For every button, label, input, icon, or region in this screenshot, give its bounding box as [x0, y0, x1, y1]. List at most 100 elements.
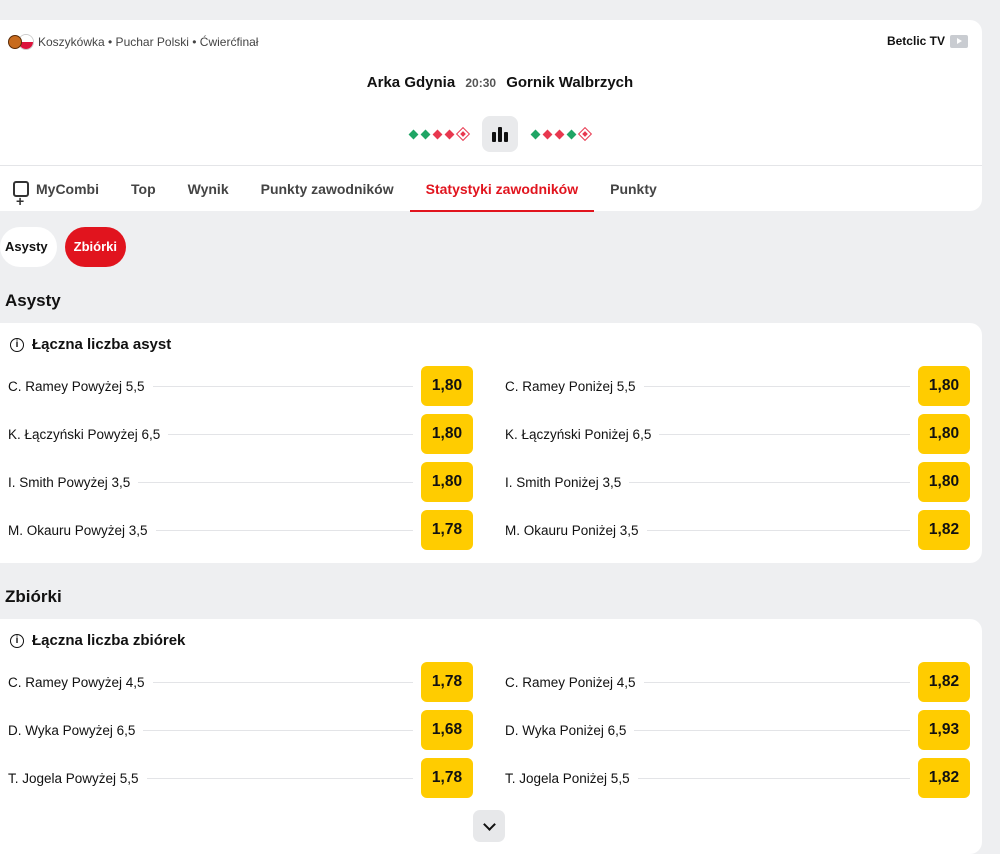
betclic-tv-label: Betclic TV	[886, 34, 945, 48]
selection-divider	[138, 481, 413, 483]
odds-button[interactable]: 1,82	[918, 758, 970, 798]
expand-more-button[interactable]	[473, 810, 505, 842]
odds-button[interactable]: 1,93	[918, 710, 970, 750]
selection-divider	[659, 433, 910, 435]
selection-divider	[634, 729, 910, 731]
selection-left[interactable]: K. Łączyński Powyżej 6,5 1,80	[8, 414, 473, 454]
selection-label: T. Jogela Powyżej 5,5	[8, 770, 139, 786]
selection-label: M. Okauru Powyżej 3,5	[8, 522, 148, 538]
selection-divider	[643, 385, 910, 387]
market-card-asysty: i Łączna liczba asyst C. Ramey Powyżej 5…	[0, 323, 982, 563]
filter-chips: Asysty Zbiórki	[0, 227, 126, 267]
selection-label: I. Smith Poniżej 3,5	[505, 474, 622, 490]
selection-label: T. Jogela Poniżej 5,5	[505, 770, 630, 786]
odds-button[interactable]: 1,80	[421, 462, 473, 502]
stats-bar-icon	[504, 132, 508, 142]
tab-label: Top	[131, 180, 156, 197]
selection-label: D. Wyka Powyżej 6,5	[8, 722, 136, 738]
selection-right[interactable]: C. Ramey Poniżej 5,5 1,80	[505, 366, 970, 406]
odds-button[interactable]: 1,78	[421, 662, 473, 702]
selection-label: I. Smith Powyżej 3,5	[8, 474, 131, 490]
tab-top[interactable]: Top	[115, 166, 172, 212]
selection-divider	[643, 681, 910, 683]
info-icon[interactable]: i	[10, 337, 24, 352]
basketball-icon	[8, 35, 22, 49]
selection-left[interactable]: T. Jogela Powyżej 5,5 1,78	[8, 758, 473, 798]
market-title[interactable]: i Łączna liczba zbiórek	[10, 632, 185, 649]
match-teams: Arka Gdynia 20:30 Gornik Walbrzych	[0, 74, 1000, 91]
market-title[interactable]: i Łączna liczba asyst	[10, 336, 171, 353]
selection-left[interactable]: C. Ramey Powyżej 5,5 1,80	[8, 366, 473, 406]
odds-button[interactable]: 1,82	[918, 510, 970, 550]
match-time: 20:30	[465, 76, 497, 90]
selection-label: D. Wyka Poniżej 6,5	[505, 722, 627, 738]
form-win-indicator	[530, 129, 541, 139]
away-form	[530, 126, 593, 142]
market-title-text: Łączna liczba zbiórek	[32, 632, 186, 649]
form-loss-indicator	[542, 129, 553, 139]
selection-left[interactable]: D. Wyka Powyżej 6,5 1,68	[8, 710, 473, 750]
selection-divider	[152, 681, 413, 683]
form-win-indicator	[420, 129, 431, 139]
form-win-indicator	[408, 129, 419, 139]
tab-punkty[interactable]: Punkty	[594, 166, 673, 212]
tab-label: MyCombi	[36, 180, 99, 197]
tab-wynik[interactable]: Wynik	[172, 166, 245, 212]
selection-label: C. Ramey Powyżej 4,5	[8, 674, 145, 690]
breadcrumb: Koszykówka • Puchar Polski • Ćwierćfinał	[8, 34, 258, 50]
odds-button[interactable]: 1,80	[918, 366, 970, 406]
tab-statystyki-zawodników[interactable]: Statystyki zawodników	[409, 166, 595, 212]
selection-divider	[143, 729, 413, 731]
selection-right[interactable]: T. Jogela Poniżej 5,5 1,82	[505, 758, 970, 798]
tab-label: Punkty zawodników	[260, 180, 394, 197]
home-team: Arka Gdynia	[366, 74, 456, 91]
selection-divider	[146, 777, 413, 779]
odds-button[interactable]: 1,80	[421, 414, 473, 454]
odds-button[interactable]: 1,80	[918, 462, 970, 502]
chip-zbiórki[interactable]: Zbiórki	[64, 227, 126, 267]
selection-label: C. Ramey Poniżej 4,5	[505, 674, 636, 690]
stats-bar-icon	[498, 127, 502, 142]
selection-right[interactable]: C. Ramey Poniżej 4,5 1,82	[505, 662, 970, 702]
match-header: Koszykówka • Puchar Polski • Ćwierćfinał…	[0, 20, 982, 224]
odds-button[interactable]: 1,82	[918, 662, 970, 702]
selection-right[interactable]: I. Smith Poniżej 3,5 1,80	[505, 462, 970, 502]
form-loss-indicator	[432, 129, 443, 139]
form-loss-indicator	[577, 126, 593, 142]
selection-label: K. Łączyński Poniżej 6,5	[505, 426, 652, 442]
betclic-tv-link[interactable]: Betclic TV	[887, 34, 968, 48]
tab-label: Wynik	[187, 180, 229, 197]
selection-left[interactable]: I. Smith Powyżej 3,5 1,80	[8, 462, 473, 502]
tab-mycombi[interactable]: MyCombi	[0, 166, 115, 224]
home-form	[408, 126, 471, 142]
form-loss-indicator	[444, 129, 455, 139]
selection-right[interactable]: K. Łączyński Poniżej 6,5 1,80	[505, 414, 970, 454]
chip-asysty[interactable]: Asysty	[0, 227, 57, 267]
info-icon[interactable]: i	[10, 633, 24, 648]
selection-right[interactable]: M. Okauru Poniżej 3,5 1,82	[505, 510, 970, 550]
breadcrumb-text[interactable]: Koszykówka • Puchar Polski • Ćwierćfinał	[38, 35, 258, 49]
form-win-indicator	[566, 129, 577, 139]
selection-divider	[155, 529, 413, 531]
selection-label: C. Ramey Poniżej 5,5	[505, 378, 636, 394]
play-tv-icon	[950, 34, 968, 48]
selection-divider	[646, 529, 910, 531]
team-form-row	[0, 116, 1000, 152]
market-tabs: MyCombi Top Wynik Punkty zawodników Statysty…	[0, 165, 982, 224]
stats-bar-icon	[492, 132, 496, 142]
stats-button[interactable]	[482, 116, 518, 152]
selection-left[interactable]: C. Ramey Powyżej 4,5 1,78	[8, 662, 473, 702]
form-loss-indicator	[455, 126, 471, 142]
tab-label: Punkty	[610, 180, 657, 197]
odds-button[interactable]: 1,68	[421, 710, 473, 750]
selection-right[interactable]: D. Wyka Poniżej 6,5 1,93	[505, 710, 970, 750]
odds-button[interactable]: 1,78	[421, 510, 473, 550]
selection-left[interactable]: M. Okauru Powyżej 3,5 1,78	[8, 510, 473, 550]
away-team: Gornik Walbrzych	[506, 74, 634, 91]
odds-button[interactable]: 1,80	[918, 414, 970, 454]
selection-label: C. Ramey Powyżej 5,5	[8, 378, 145, 394]
form-loss-indicator	[554, 129, 565, 139]
odds-button[interactable]: 1,78	[421, 758, 473, 798]
odds-button[interactable]: 1,80	[421, 366, 473, 406]
tab-punkty-zawodników[interactable]: Punkty zawodników	[245, 166, 410, 212]
